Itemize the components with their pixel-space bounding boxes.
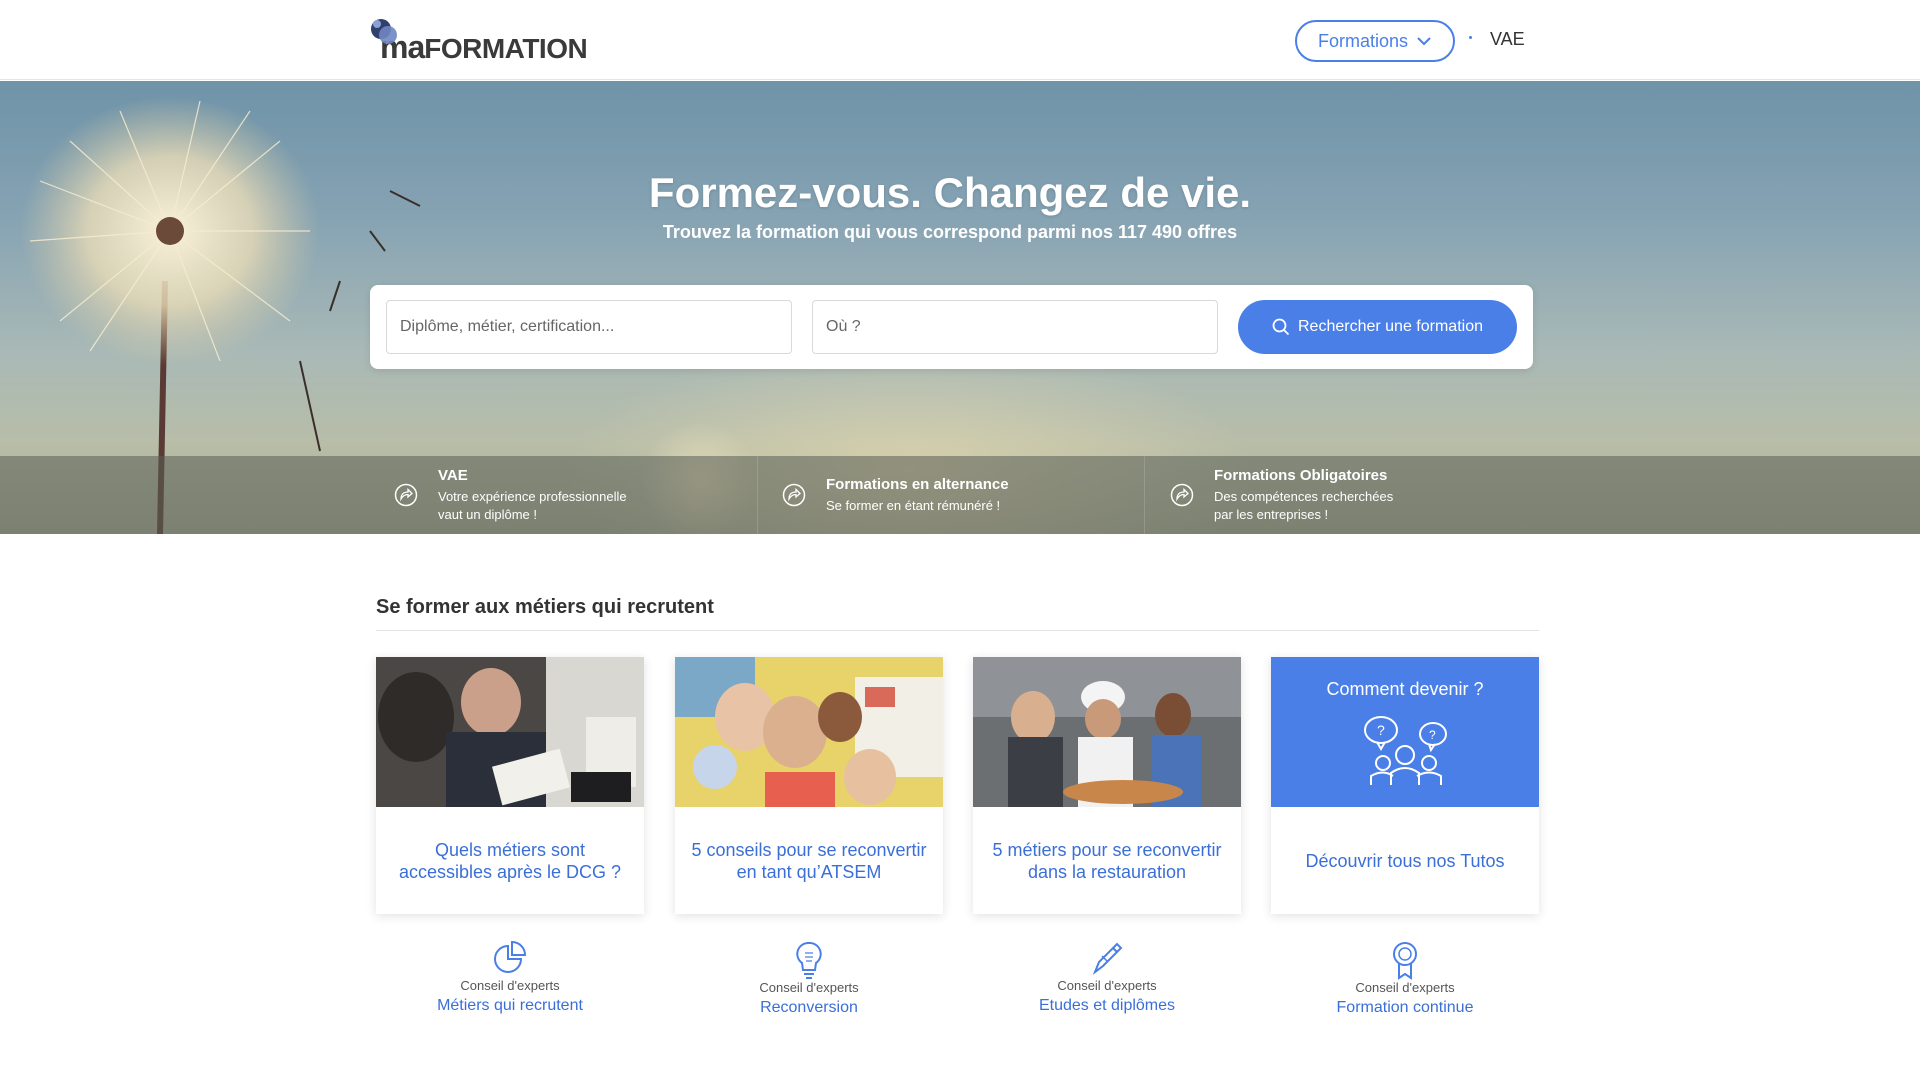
band-divider: [1144, 456, 1145, 534]
svg-text:?: ?: [1377, 722, 1385, 738]
card-image-kitchen: [973, 657, 1241, 807]
quicklink-obligatoires-title: Formations Obligatoires: [1214, 466, 1388, 484]
formations-label: Formations: [1317, 30, 1409, 51]
share-arrow-icon: [394, 483, 418, 507]
tutos-card-title: Comment devenir ?: [1326, 679, 1484, 699]
nav-link-vae[interactable]: VAE: [1490, 29, 1525, 50]
pen-icon: [1092, 942, 1123, 975]
pie-chart-icon: [494, 940, 527, 973]
expert-link[interactable]: Reconversion: [675, 999, 943, 1017]
quicklink-vae-desc-2: vaut un diplôme !: [438, 506, 538, 522]
children-group-image: [675, 657, 943, 807]
expert-label: Conseil d'experts: [759, 980, 859, 995]
logo-text-formation: FORMATION: [424, 33, 588, 64]
business-meeting-image: [376, 657, 644, 807]
quicklink-alternance-title: Formations en alternance: [826, 475, 1009, 493]
svg-text:?: ?: [1429, 728, 1436, 742]
section-title: Se former aux métiers qui recrutent: [376, 596, 714, 618]
quicklink-alternance-desc: Se former en étant rémunéré !: [826, 497, 1001, 513]
expert-label: Conseil d'experts: [460, 978, 560, 993]
quicklink-alternance[interactable]: Formations en alternance Se former en ét…: [782, 456, 1009, 534]
quicklink-vae[interactable]: VAE Votre expérience professionnelle vau…: [394, 456, 627, 534]
share-arrow-icon: [782, 483, 806, 507]
logo[interactable]: maFORMATION: [368, 16, 588, 66]
expert-metiers-qui-recrutent[interactable]: Conseil d'experts Métiers qui recrutent: [376, 938, 644, 1015]
expert-label: Conseil d'experts: [1355, 980, 1455, 995]
card-title-dcg: Quels métiers sont accessibles après le …: [398, 839, 622, 882]
card-image-children: [675, 657, 943, 807]
article-card-dcg[interactable]: Quels métiers sont accessibles après le …: [376, 657, 644, 914]
tutos-card-header: Comment devenir ? ? ?: [1271, 657, 1539, 807]
card-title-restauration: 5 métiers pour se reconvertir dans la re…: [992, 839, 1222, 882]
expert-formation-continue[interactable]: Conseil d'experts Formation continue: [1271, 940, 1539, 1017]
article-card-atsem[interactable]: 5 conseils pour se reconvertir en tant q…: [675, 657, 943, 914]
logo-icon: [371, 19, 397, 44]
card-image-business-meeting: [376, 657, 644, 807]
search-icon: [1272, 318, 1290, 336]
chevron-down-icon: [1417, 37, 1431, 46]
search-what-input[interactable]: [386, 300, 792, 354]
hero-subtitle: Trouvez la formation qui vous correspond…: [662, 222, 1238, 242]
expert-etudes-diplomes[interactable]: Conseil d'experts Etudes et diplômes: [973, 938, 1241, 1015]
search-button-label: Rechercher une formation: [1298, 318, 1483, 335]
card-title-atsem: 5 conseils pour se reconvertir en tant q…: [691, 839, 927, 882]
search-where-input[interactable]: [812, 300, 1218, 354]
expert-link[interactable]: Formation continue: [1271, 999, 1539, 1017]
formations-dropdown-button[interactable]: Formations: [1295, 20, 1455, 62]
quicklink-obligatoires-desc-1: Des compétences recherchées: [1214, 488, 1394, 504]
quicklink-obligatoires[interactable]: Formations Obligatoires Des compétences …: [1170, 456, 1393, 534]
expert-label: Conseil d'experts: [1057, 978, 1157, 993]
site-header: maFORMATION Formations VAE: [0, 0, 1920, 80]
search-panel: Rechercher une formation: [370, 285, 1533, 369]
expert-link[interactable]: Etudes et diplômes: [973, 997, 1241, 1015]
nav-separator-dot: [1469, 36, 1472, 39]
people-questions-icon: ? ?: [1364, 716, 1447, 785]
band-divider: [757, 456, 758, 534]
expert-link[interactable]: Métiers qui recrutent: [376, 997, 644, 1015]
hero-quicklinks-band: VAE Votre expérience professionnelle vau…: [0, 456, 1920, 534]
hero-title: Formez-vous. Changez de vie.: [648, 169, 1252, 216]
article-card-restauration[interactable]: 5 métiers pour se reconvertir dans la re…: [973, 657, 1241, 914]
share-arrow-icon: [1170, 483, 1194, 507]
quicklink-obligatoires-desc-2: par les entreprises !: [1214, 506, 1329, 522]
quicklink-vae-desc-1: Votre expérience professionnelle: [438, 488, 627, 504]
section-divider: [376, 630, 1539, 631]
award-icon: [1393, 942, 1417, 980]
quicklink-vae-title: VAE: [438, 466, 468, 484]
expert-reconversion[interactable]: Conseil d'experts Reconversion: [675, 940, 943, 1017]
search-button[interactable]: Rechercher une formation: [1238, 300, 1517, 354]
logo-text: maFORMATION: [380, 31, 588, 66]
tutos-card-link: Découvrir tous nos Tutos: [1305, 850, 1505, 871]
kitchen-team-image: [973, 657, 1241, 807]
tutos-card[interactable]: Comment devenir ? ? ? Découvrir tous nos…: [1271, 657, 1539, 914]
lightbulb-icon: [796, 941, 822, 979]
hero-banner: Formez-vous. Changez de vie. Trouvez la …: [0, 81, 1920, 534]
